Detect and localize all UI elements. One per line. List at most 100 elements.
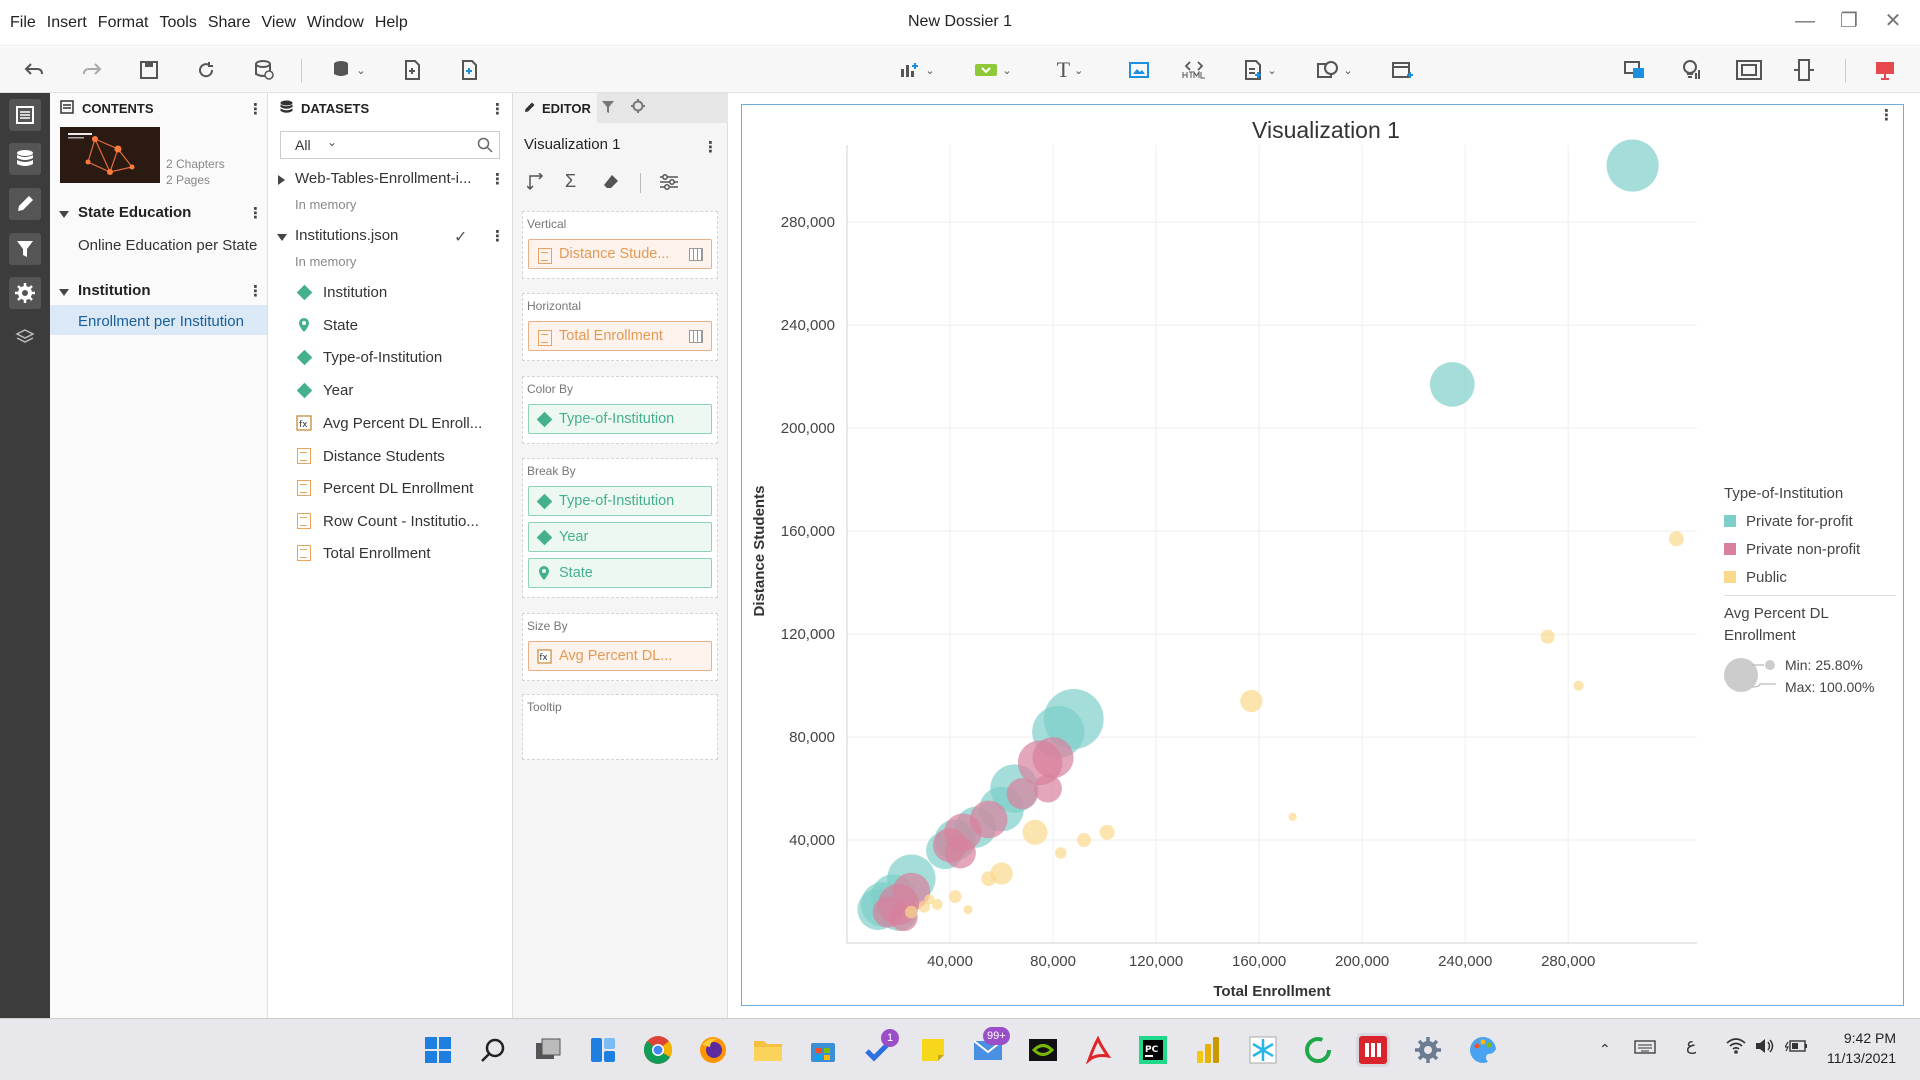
chapter-menu-icon[interactable]: ⋮ (248, 205, 263, 223)
bubble-point[interactable] (1429, 362, 1475, 407)
responsive-view-icon[interactable] (1623, 57, 1647, 83)
vertical-drop-zone[interactable]: Vertical Distance Stude... (522, 211, 718, 279)
format-panel-icon[interactable] (9, 277, 41, 309)
visualization-menu-icon[interactable]: ⋮ (703, 139, 718, 157)
chapter-title[interactable]: State Education (78, 204, 191, 221)
eraser-icon[interactable] (602, 173, 620, 196)
grid-icon[interactable] (689, 248, 703, 261)
bubble-point[interactable] (1022, 819, 1048, 845)
insights-icon[interactable] (1680, 57, 1704, 83)
datasets-panel-icon[interactable] (9, 143, 41, 175)
size-by-metric-pill[interactable]: fx Avg Percent DL... (528, 641, 712, 671)
sum-icon[interactable]: Σ (565, 171, 576, 192)
bubble-point[interactable] (905, 905, 918, 919)
add-page-icon[interactable] (457, 57, 481, 83)
presentation-mode-icon[interactable] (1873, 57, 1897, 83)
bubble-point[interactable] (932, 828, 968, 863)
menu-insert[interactable]: Insert (47, 14, 87, 32)
dataset-object[interactable]: Year (295, 379, 353, 401)
save-icon[interactable] (137, 57, 161, 83)
settings-sliders-icon[interactable] (659, 173, 679, 196)
dataset-object[interactable]: Percent DL Enrollment (295, 477, 473, 499)
menu-help[interactable]: Help (375, 14, 408, 32)
legend-item[interactable]: Public (1724, 567, 1787, 587)
menu-file[interactable]: File (10, 14, 36, 32)
menu-format[interactable]: Format (98, 14, 149, 32)
collapse-dataset-icon[interactable] (277, 234, 287, 241)
bubble-point[interactable] (1032, 737, 1074, 779)
chapter-menu-icon[interactable]: ⋮ (248, 283, 263, 301)
refresh-icon[interactable] (194, 57, 218, 83)
tab-editor[interactable]: EDITOR (513, 93, 597, 123)
datasets-menu-icon[interactable]: ⋮ (490, 101, 505, 119)
chapter-title[interactable]: Institution (78, 282, 150, 299)
visualization-name[interactable]: Visualization 1 (524, 136, 620, 153)
power-bi-icon[interactable] (1191, 1033, 1225, 1067)
close-icon[interactable]: ✕ (1882, 10, 1904, 32)
todo-icon[interactable]: 1 (861, 1029, 899, 1067)
contents-menu-icon[interactable]: ⋮ (248, 101, 263, 119)
collapse-chapter-icon[interactable] (59, 211, 69, 218)
undo-icon[interactable] (22, 57, 46, 83)
dataset-menu-icon[interactable]: ⋮ (490, 228, 505, 246)
size-by-drop-zone[interactable]: Size By fx Avg Percent DL... (522, 613, 718, 681)
sync-circle-icon[interactable] (1301, 1033, 1335, 1067)
filter-panel-icon[interactable] (9, 233, 41, 265)
insert-panel-stack-icon[interactable]: ⌄ (1237, 57, 1283, 83)
chevron-down-icon[interactable]: ⌄ (327, 135, 337, 149)
widgets-icon[interactable] (586, 1033, 620, 1067)
bubble-point[interactable] (1006, 778, 1038, 810)
vertical-metric-pill[interactable]: Distance Stude... (528, 239, 712, 269)
insert-image-icon[interactable] (1127, 57, 1151, 83)
bubble-point[interactable] (1606, 139, 1659, 192)
paint-icon[interactable] (1466, 1033, 1500, 1067)
nvidia-icon[interactable] (1026, 1033, 1060, 1067)
chrome-icon[interactable] (641, 1033, 675, 1067)
contents-panel-icon[interactable] (9, 99, 41, 131)
visualization-container[interactable]: ⋮ Visualization 1 40,000 80,000 120,000 160… (741, 104, 1904, 1006)
bubble-point[interactable] (948, 890, 962, 904)
insert-visualization-icon[interactable]: ⌄ (894, 57, 940, 83)
bubble-point[interactable] (1668, 531, 1684, 547)
insert-text-icon[interactable]: T ⌄ (1048, 57, 1092, 83)
search-icon[interactable] (477, 137, 493, 158)
dataset-object[interactable]: Institution (295, 281, 387, 303)
add-data-icon[interactable]: ⌄ (326, 57, 372, 83)
bubble-point[interactable] (1288, 812, 1297, 821)
dataset-search-box[interactable]: All ⌄ (280, 131, 500, 159)
dataset-object[interactable]: Total Enrollment (295, 542, 431, 564)
break-by-attribute-pill[interactable]: Type-of-Institution (528, 486, 712, 516)
menu-window[interactable]: Window (307, 14, 364, 32)
bubble-point[interactable] (1540, 629, 1555, 644)
acrobat-icon[interactable] (1081, 1033, 1115, 1067)
swap-axes-icon[interactable] (526, 172, 545, 196)
color-by-attribute-pill[interactable]: Type-of-Institution (528, 404, 712, 434)
menu-share[interactable]: Share (208, 14, 251, 32)
sticky-notes-icon[interactable] (916, 1033, 950, 1067)
volume-icon[interactable] (1754, 1037, 1776, 1060)
keyboard-icon[interactable] (1634, 1039, 1656, 1060)
input-language[interactable]: ع (1686, 1035, 1696, 1055)
layers-panel-icon[interactable] (9, 321, 41, 353)
firefox-icon[interactable] (696, 1033, 730, 1067)
start-windows-icon[interactable] (421, 1033, 455, 1067)
chevron-up-icon[interactable]: ⌃ (1599, 1041, 1611, 1058)
editor-panel-icon[interactable] (9, 188, 41, 220)
dataset-object[interactable]: State (295, 314, 358, 336)
dataset-menu-icon[interactable]: ⋮ (490, 171, 505, 189)
add-chapter-icon[interactable] (400, 57, 424, 83)
horizontal-drop-zone[interactable]: Horizontal Total Enrollment (522, 293, 718, 361)
break-by-attribute-pill[interactable]: State (528, 558, 712, 588)
bubble-point[interactable] (1033, 774, 1062, 803)
pycharm-icon[interactable]: PC (1136, 1033, 1170, 1067)
settings-gear-icon[interactable] (1411, 1033, 1445, 1067)
microsoft-store-icon[interactable] (806, 1033, 840, 1067)
menu-view[interactable]: View (262, 14, 296, 32)
dataset-object[interactable]: Type-of-Institution (295, 346, 442, 368)
legend-item[interactable]: Private for-profit (1724, 511, 1853, 531)
tab-filter-icon[interactable] (601, 100, 615, 119)
expand-dataset-icon[interactable] (278, 175, 285, 185)
dataset-name[interactable]: Institutions.json (295, 227, 398, 244)
page-size-icon[interactable] (1792, 57, 1816, 83)
tooltip-drop-zone[interactable]: Tooltip (522, 694, 718, 760)
